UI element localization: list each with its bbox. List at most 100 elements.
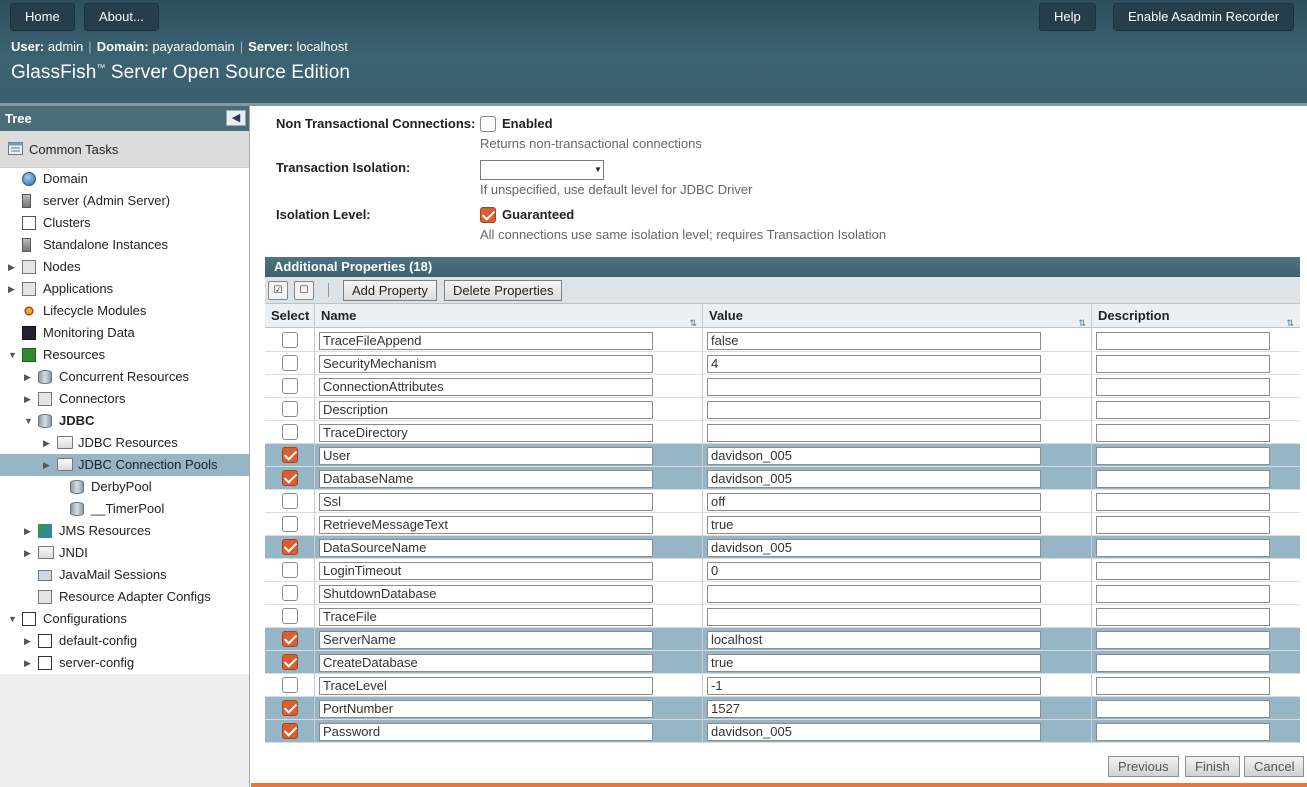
row-select-checkbox[interactable] xyxy=(282,585,298,601)
tree-node-monitoring-data[interactable]: Monitoring Data xyxy=(0,322,249,344)
row-select-checkbox[interactable] xyxy=(282,654,298,670)
column-header-description[interactable]: Description ⇅ xyxy=(1092,304,1300,328)
property-description-input[interactable] xyxy=(1096,332,1270,350)
row-select-checkbox[interactable] xyxy=(282,447,298,463)
chevron-left-icon[interactable]: ◀ xyxy=(226,110,246,126)
tree-node-javamail-sessions[interactable]: JavaMail Sessions xyxy=(0,564,249,586)
previous-button[interactable]: Previous xyxy=(1108,756,1179,777)
property-name-input[interactable]: ConnectionAttributes xyxy=(319,378,653,396)
deselect-all-icon[interactable]: ☐ xyxy=(294,281,314,300)
row-select-checkbox[interactable] xyxy=(282,493,298,509)
tree-node-derbypool[interactable]: DerbyPool xyxy=(0,476,249,498)
row-select-checkbox[interactable] xyxy=(282,516,298,532)
tree-node-clusters[interactable]: Clusters xyxy=(0,212,249,234)
tree-node-resources[interactable]: ▼ Resources xyxy=(0,344,249,366)
collapsed-toggle-icon[interactable]: ▶ xyxy=(24,388,34,410)
property-name-input[interactable]: TraceFileAppend xyxy=(319,332,653,350)
property-name-input[interactable]: TraceDirectory xyxy=(319,424,653,442)
property-name-input[interactable]: RetrieveMessageText xyxy=(319,516,653,534)
finish-button[interactable]: Finish xyxy=(1185,756,1240,777)
property-value-input[interactable]: off xyxy=(707,493,1041,511)
row-select-checkbox[interactable] xyxy=(282,700,298,716)
row-select-checkbox[interactable] xyxy=(282,608,298,624)
property-description-input[interactable] xyxy=(1096,700,1270,718)
property-value-input[interactable]: false xyxy=(707,332,1041,350)
tree-node-server-config[interactable]: ▶ server-config xyxy=(0,652,249,674)
collapsed-toggle-icon[interactable]: ▶ xyxy=(24,630,34,652)
property-description-input[interactable] xyxy=(1096,516,1270,534)
property-value-input[interactable] xyxy=(707,585,1041,603)
property-description-input[interactable] xyxy=(1096,493,1270,511)
tree-node-nodes[interactable]: ▶ Nodes xyxy=(0,256,249,278)
common-tasks-link[interactable]: Common Tasks xyxy=(0,131,249,168)
property-name-input[interactable]: ServerName xyxy=(319,631,653,649)
row-select-checkbox[interactable] xyxy=(282,562,298,578)
collapsed-toggle-icon[interactable]: ▶ xyxy=(24,542,34,564)
property-name-input[interactable]: DatabaseName xyxy=(319,470,653,488)
property-name-input[interactable]: SecurityMechanism xyxy=(319,355,653,373)
row-select-checkbox[interactable] xyxy=(282,401,298,417)
property-description-input[interactable] xyxy=(1096,723,1270,741)
property-name-input[interactable]: Description xyxy=(319,401,653,419)
column-header-value[interactable]: Value ⇅ xyxy=(703,304,1092,328)
collapsed-toggle-icon[interactable]: ▶ xyxy=(24,366,34,388)
property-value-input[interactable]: localhost xyxy=(707,631,1041,649)
property-name-input[interactable]: DataSourceName xyxy=(319,539,653,557)
property-name-input[interactable]: User xyxy=(319,447,653,465)
property-value-input[interactable]: davidson_005 xyxy=(707,447,1041,465)
tree-node-concurrent-resources[interactable]: ▶ Concurrent Resources xyxy=(0,366,249,388)
tree-node-lifecycle-modules[interactable]: Lifecycle Modules xyxy=(0,300,249,322)
tree-node-jms-resources[interactable]: ▶ JMS Resources xyxy=(0,520,249,542)
help-button[interactable]: Help xyxy=(1039,3,1096,31)
property-value-input[interactable]: davidson_005 xyxy=(707,470,1041,488)
property-value-input[interactable]: true xyxy=(707,516,1041,534)
collapsed-toggle-icon[interactable]: ▶ xyxy=(8,256,18,278)
collapsed-toggle-icon[interactable]: ▶ xyxy=(43,432,53,454)
isolation-guaranteed-checkbox[interactable] xyxy=(480,207,496,223)
tree-node-resource-adapter-configs[interactable]: Resource Adapter Configs xyxy=(0,586,249,608)
enable-asadmin-recorder-button[interactable]: Enable Asadmin Recorder xyxy=(1113,3,1295,31)
row-select-checkbox[interactable] xyxy=(282,723,298,739)
property-description-input[interactable] xyxy=(1096,401,1270,419)
cancel-button[interactable]: Cancel xyxy=(1244,756,1305,777)
tree-node-default-config[interactable]: ▶ default-config xyxy=(0,630,249,652)
property-value-input[interactable] xyxy=(707,608,1041,626)
property-description-input[interactable] xyxy=(1096,470,1270,488)
tree-node-jdbc-resources[interactable]: ▶ JDBC Resources xyxy=(0,432,249,454)
row-select-checkbox[interactable] xyxy=(282,424,298,440)
tree-node-timerpool[interactable]: __TimerPool xyxy=(0,498,249,520)
row-select-checkbox[interactable] xyxy=(282,539,298,555)
property-name-input[interactable]: ShutdownDatabase xyxy=(319,585,653,603)
add-property-button[interactable]: Add Property xyxy=(343,280,437,301)
collapsed-toggle-icon[interactable]: ▶ xyxy=(8,278,18,300)
expanded-toggle-icon[interactable]: ▼ xyxy=(24,410,34,432)
collapsed-toggle-icon[interactable]: ▶ xyxy=(24,520,34,542)
property-description-input[interactable] xyxy=(1096,447,1270,465)
property-value-input[interactable]: 4 xyxy=(707,355,1041,373)
property-value-input[interactable]: davidson_005 xyxy=(707,723,1041,741)
expanded-toggle-icon[interactable]: ▼ xyxy=(8,608,18,630)
property-value-input[interactable]: true xyxy=(707,654,1041,672)
row-select-checkbox[interactable] xyxy=(282,332,298,348)
tree-node-applications[interactable]: ▶ Applications xyxy=(0,278,249,300)
non-transactional-checkbox[interactable] xyxy=(480,116,496,132)
property-description-input[interactable] xyxy=(1096,562,1270,580)
transaction-isolation-select[interactable]: ▼ xyxy=(480,160,604,180)
tree-node-standalone-instances[interactable]: Standalone Instances xyxy=(0,234,249,256)
property-name-input[interactable]: Password xyxy=(319,723,653,741)
property-description-input[interactable] xyxy=(1096,677,1270,695)
property-description-input[interactable] xyxy=(1096,355,1270,373)
row-select-checkbox[interactable] xyxy=(282,378,298,394)
property-value-input[interactable]: 0 xyxy=(707,562,1041,580)
row-select-checkbox[interactable] xyxy=(282,631,298,647)
tree-node-server-admin-server[interactable]: server (Admin Server) xyxy=(0,190,249,212)
tree-node-jndi[interactable]: ▶ JNDI xyxy=(0,542,249,564)
about-button[interactable]: About... xyxy=(84,3,159,31)
tree-node-configurations[interactable]: ▼ Configurations xyxy=(0,608,249,630)
property-name-input[interactable]: TraceLevel xyxy=(319,677,653,695)
property-description-input[interactable] xyxy=(1096,654,1270,672)
property-description-input[interactable] xyxy=(1096,539,1270,557)
row-select-checkbox[interactable] xyxy=(282,470,298,486)
property-value-input[interactable] xyxy=(707,378,1041,396)
property-description-input[interactable] xyxy=(1096,631,1270,649)
